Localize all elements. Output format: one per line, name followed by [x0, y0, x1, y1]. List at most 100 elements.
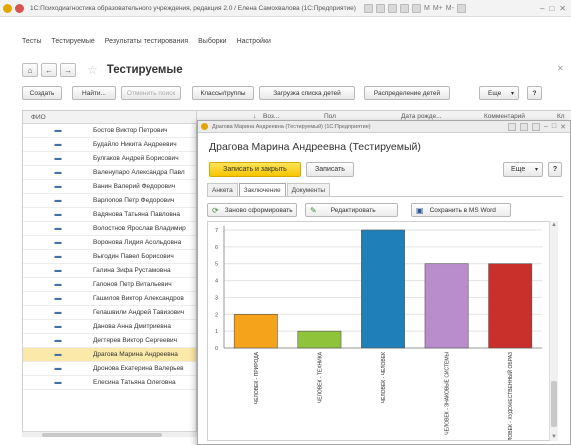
column-class[interactable]: Кл [557, 113, 565, 120]
menu-item-tests[interactable]: Тесты [22, 38, 42, 45]
cancel-search-button[interactable]: Отменить поиск [121, 86, 181, 100]
chart-bar [488, 263, 533, 349]
menu-circle-icon[interactable] [15, 3, 24, 13]
table-row[interactable]: ▬ Гашилов Виктор Александров [23, 292, 196, 306]
table-row[interactable]: ▬ Драгова Марина Андреевна [23, 348, 196, 362]
dialog-close-icon[interactable]: ✕ [560, 123, 566, 131]
favorite-star-icon[interactable]: ☆ [87, 63, 98, 77]
x-category-label: ЧЕЛОВЕК - ХУДОЖЕСТВЕННЫЙ ОБРАЗ [506, 352, 514, 440]
back-button[interactable]: ← [41, 63, 57, 77]
tab-conclusion[interactable]: Заключение [238, 183, 286, 197]
table-row[interactable]: ▬ Бостов Виктор Петрович [23, 124, 196, 138]
dialog-info-icon[interactable] [531, 122, 540, 131]
dialog-minimize-icon[interactable]: – [544, 123, 548, 130]
list-horizontal-scrollbar[interactable] [22, 431, 197, 437]
chart-vertical-scrollbar[interactable]: ▲ ▼ [549, 221, 558, 441]
tool-favorites-icon[interactable] [388, 3, 397, 13]
table-row[interactable]: ▬ Будайло Никита Андреевич [23, 138, 196, 152]
help-button[interactable]: ? [527, 86, 542, 100]
x-category-label: ЧЕЛОВЕК - ЗНАКОВЫЕ СИСТЕМЫ [445, 351, 451, 434]
row-status-icon: ▬ [54, 169, 62, 176]
window-tools: M M+ M- [364, 3, 466, 13]
y-tick-label: 4 [215, 279, 218, 285]
tool-calculator-icon[interactable] [412, 3, 421, 13]
sort-arrow-icon: ↓ [253, 113, 257, 120]
scrollbar-thumb[interactable] [42, 433, 162, 437]
more-label: Еще [488, 89, 502, 97]
memory-minus-button[interactable]: M- [446, 5, 454, 12]
maximize-icon[interactable]: □ [549, 4, 554, 13]
tab-documents[interactable]: Документы [286, 183, 331, 196]
tool-history-icon[interactable] [376, 3, 385, 13]
menu-item-samples[interactable]: Выборки [198, 38, 226, 45]
row-fio: Данова Анна Дмитриевна [93, 323, 171, 330]
table-row[interactable]: ▬ Дегтярев Виктор Сергеевич [23, 334, 196, 348]
tool-grid-icon[interactable] [364, 3, 373, 13]
table-row[interactable]: ▬ Варлопов Петр Федорович [23, 194, 196, 208]
table-row[interactable]: ▬ Ванин Валерий Федорович [23, 180, 196, 194]
minimize-icon[interactable]: – [540, 4, 544, 13]
info-icon[interactable] [456, 3, 466, 13]
pencil-icon: ✎ [310, 205, 317, 215]
scroll-up-icon[interactable]: ▲ [551, 222, 557, 228]
table-row[interactable]: ▬ Валенупаро Александра Павл [23, 166, 196, 180]
menu-item-results[interactable]: Результаты тестирования [105, 38, 188, 45]
chart-bar [297, 330, 342, 349]
table-row[interactable]: ▬ Дронова Екатерина Валерьев [23, 362, 196, 376]
home-button[interactable]: ⌂ [22, 63, 38, 77]
edit-button[interactable]: ✎ Редактировать [305, 203, 398, 217]
classes-groups-button[interactable]: Классы/группы [192, 86, 254, 100]
y-tick-label: 2 [215, 312, 218, 318]
dialog-link-icon[interactable] [507, 122, 516, 131]
column-comment[interactable]: Комментарий [484, 113, 525, 120]
menu-item-testees[interactable]: Тестируемые [52, 38, 95, 45]
table-row[interactable]: ▬ Выгодин Павел Борисович [23, 250, 196, 264]
row-status-icon: ▬ [54, 155, 62, 162]
table-row[interactable]: ▬ Гапонов Петр Витальевич [23, 278, 196, 292]
chart-bar [424, 263, 469, 349]
table-row[interactable]: ▬ Данова Анна Дмитриевна [23, 320, 196, 334]
table-row[interactable]: ▬ Елесина Татьяна Олеговна [23, 376, 196, 390]
save-button[interactable]: Записать [306, 162, 354, 177]
memory-plus-button[interactable]: M+ [433, 5, 443, 12]
dialog-more-label: Еще [511, 166, 526, 173]
forward-button[interactable]: → [60, 63, 76, 77]
tab-questionnaire[interactable]: Анкета [207, 183, 238, 196]
form-close-icon[interactable]: ✕ [557, 64, 564, 73]
dialog-favorite-icon[interactable] [519, 122, 528, 131]
interests-bar-chart: 0 1 2 3 4 5 6 7 ЧЕЛОВЕК - ПРИРОДА ЧЕЛОВЕК - ТЕХНИ… [215, 226, 542, 445]
column-gender[interactable]: Пол [324, 113, 336, 120]
table-row[interactable]: ▬ Булгаков Андрей Борисович [23, 152, 196, 166]
dialog-help-button[interactable]: ? [548, 162, 562, 177]
dialog-maximize-icon[interactable]: □ [552, 123, 556, 130]
column-fio[interactable]: ФИО [23, 111, 196, 124]
dialog-more-button[interactable]: Еще ▾ [503, 162, 543, 177]
vertical-scroll-thumb[interactable] [551, 381, 557, 427]
distribute-children-button[interactable]: Распределение детей [364, 86, 450, 100]
y-tick-label: 6 [215, 245, 218, 251]
column-birthdate[interactable]: Дата рожде... [401, 113, 442, 120]
row-fio: Варлопов Петр Федорович [93, 197, 175, 204]
chart-bar [361, 229, 405, 349]
table-row[interactable]: ▬ Гелашвили Андрей Тавизович [23, 306, 196, 320]
close-icon[interactable]: ✕ [559, 4, 566, 13]
row-status-icon: ▬ [54, 197, 62, 204]
column-age[interactable]: Воз... [263, 113, 279, 120]
table-row[interactable]: ▬ Воронова Лидия Асольдовна [23, 236, 196, 250]
scroll-down-icon[interactable]: ▼ [551, 434, 557, 440]
table-row[interactable]: ▬ Вадянова Татьяна Павловна [23, 208, 196, 222]
find-button[interactable]: Найти... [72, 86, 116, 100]
regenerate-button[interactable]: ⟳ Заново сформировать [207, 203, 297, 217]
table-row[interactable]: ▬ Галина Зифа Рустамовна [23, 264, 196, 278]
create-button[interactable]: Создать [22, 86, 62, 100]
save-and-close-button[interactable]: Записать и закрыть [209, 162, 301, 177]
save-to-word-button[interactable]: ▣ Сохранить в MS Word [411, 203, 511, 217]
tab-divider [207, 196, 563, 197]
more-button[interactable]: Еще ▾ [479, 86, 519, 100]
memory-m-button[interactable]: M [424, 5, 430, 12]
row-status-icon: ▬ [54, 309, 62, 316]
menu-item-settings[interactable]: Настройки [237, 38, 271, 45]
tool-calendar-icon[interactable] [400, 3, 409, 13]
table-row[interactable]: ▬ Волостнов Ярослав Владимир [23, 222, 196, 236]
load-children-button[interactable]: Загрузка списка детей [259, 86, 355, 100]
